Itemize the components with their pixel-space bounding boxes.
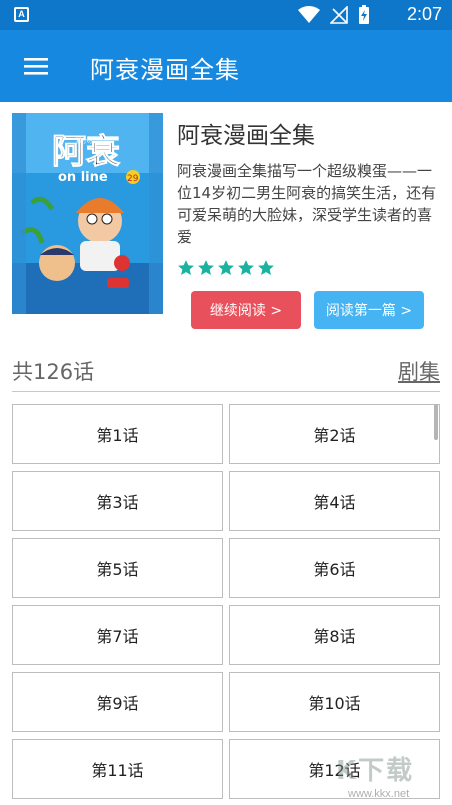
- episode-item[interactable]: 第10话: [229, 672, 440, 732]
- no-signal-icon: [330, 6, 348, 24]
- watermark-text: K下载: [336, 756, 415, 786]
- hamburger-menu-icon: [24, 58, 48, 75]
- episode-item[interactable]: 第2话: [229, 404, 440, 464]
- comic-description: 阿衰漫画全集描写一个超级糗蛋——一位14岁初二男生阿衰的搞笑生活，还有可爱呆萌的…: [177, 162, 437, 246]
- cover-subtitle-text: on line: [58, 170, 108, 185]
- star-icon: [178, 260, 194, 275]
- episodes-link[interactable]: 剧集: [398, 356, 440, 386]
- clock: 2:07: [406, 4, 442, 24]
- episode-item[interactable]: 第9话: [12, 672, 223, 732]
- cover-author-text: 猫小乐: [76, 137, 94, 145]
- comic-title: 阿衰漫画全集: [177, 123, 315, 149]
- star-icon: [218, 260, 234, 275]
- star-icon: [198, 260, 214, 275]
- read-first-button[interactable]: 阅读第一篇 >: [314, 291, 424, 329]
- episode-grid: 第1话 第2话 第3话 第4话 第5话 第6话 第7话 第8话 第9话 第10话 第11话 第12话: [12, 404, 440, 805]
- star-icon: [258, 260, 274, 275]
- rating-stars: [177, 259, 275, 277]
- watermark-url: www.kkx.net: [348, 788, 410, 800]
- battery-charging-icon: [359, 5, 369, 24]
- episode-item[interactable]: 第1话: [12, 404, 223, 464]
- app-bar: 阿衰漫画全集: [0, 30, 452, 102]
- episode-item[interactable]: 第5话: [12, 538, 223, 598]
- episode-item[interactable]: 第3话: [12, 471, 223, 531]
- episode-item[interactable]: 第4话: [229, 471, 440, 531]
- continue-reading-button[interactable]: 继续阅读 >: [191, 291, 301, 329]
- comic-cover-image[interactable]: 阿衰 on line 29 猫小乐: [12, 113, 163, 314]
- episode-section-header: 共126话 剧集: [12, 356, 440, 392]
- status-icons: [298, 5, 370, 24]
- star-icon: [238, 260, 254, 275]
- episode-count: 共126话: [12, 360, 95, 384]
- page-title: 阿衰漫画全集: [90, 56, 240, 84]
- episode-item[interactable]: 第6话: [229, 538, 440, 598]
- watermark: K下载 www.kkx.net: [330, 750, 450, 805]
- status-bar: A 2:07: [0, 0, 452, 30]
- episode-item[interactable]: 第11话: [12, 739, 223, 799]
- episode-item[interactable]: 第7话: [12, 605, 223, 665]
- cover-badge-text: 29: [127, 174, 139, 184]
- notification-app-icon: A: [14, 7, 29, 22]
- wifi-icon: [298, 6, 320, 23]
- menu-button[interactable]: [14, 44, 58, 88]
- episode-item[interactable]: 第8话: [229, 605, 440, 665]
- scrollbar-thumb[interactable]: [434, 404, 438, 440]
